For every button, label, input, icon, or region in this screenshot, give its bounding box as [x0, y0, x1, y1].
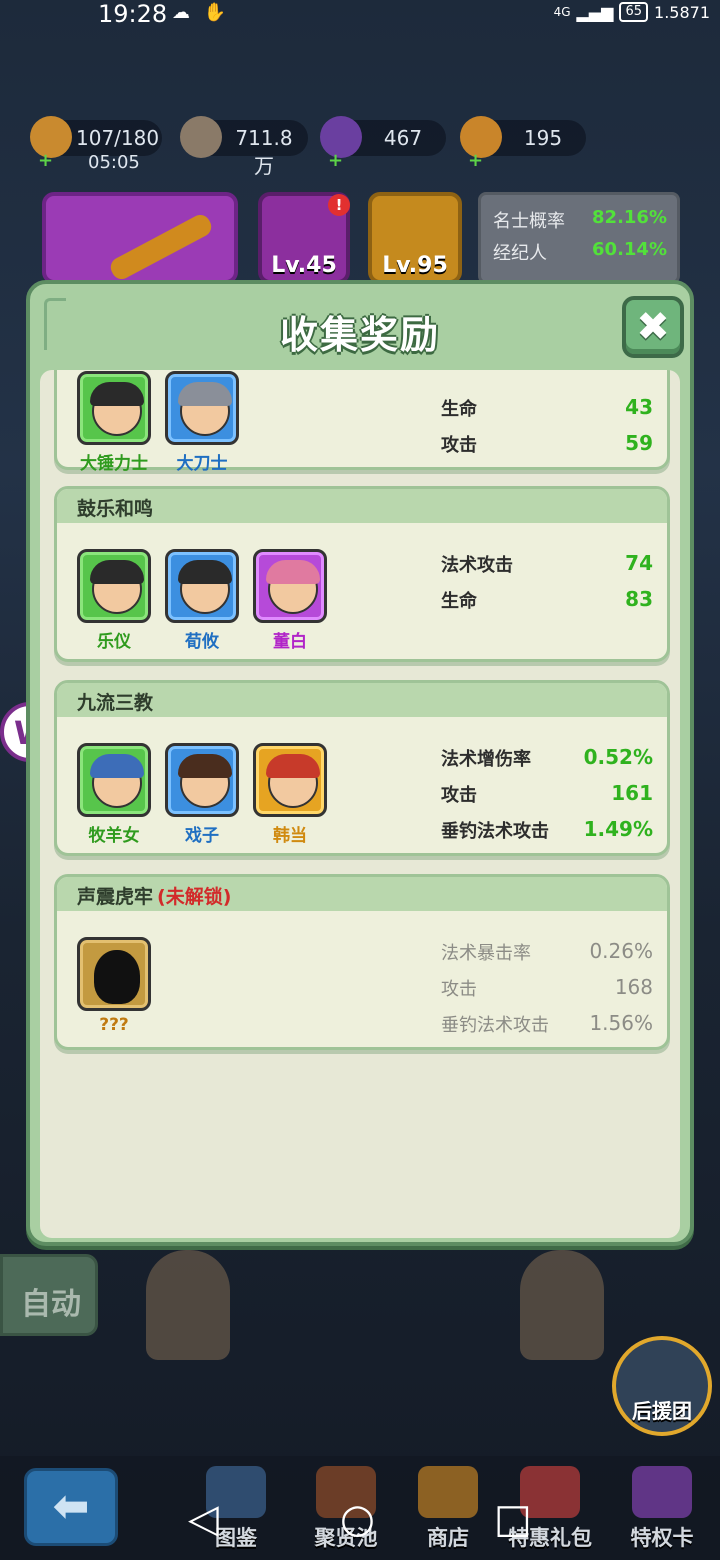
- coin-icon: [180, 116, 222, 158]
- plus-icon[interactable]: +: [328, 150, 343, 171]
- level-label: Lv.95: [382, 253, 448, 278]
- hero-name: 韩当: [273, 826, 307, 846]
- group-header: 鼓乐和鸣: [57, 489, 667, 523]
- group-header: 九流三教: [57, 683, 667, 717]
- battery-icon: 65: [619, 2, 649, 22]
- status-extra: 1.5871: [654, 2, 710, 22]
- system-recent-icon[interactable]: □: [494, 1496, 532, 1542]
- notification-icons: ☁ ✋: [172, 2, 231, 23]
- hero-silhouette: [77, 937, 151, 1011]
- stat-row: 法术增伤率 0.52%: [441, 745, 653, 770]
- collection-reward-modal: 收集奖励 ✖ 大锤力士 大刀士 生命 43 攻击 59 鼓乐和鸣 乐仪 荀攸 董…: [26, 280, 694, 1246]
- gems-resource[interactable]: 467 +: [320, 116, 446, 171]
- stat-row: 法术暴击率 0.26%: [441, 939, 653, 964]
- reward-group: 鼓乐和鸣 乐仪 荀攸 董白 法术攻击 74 生命 83: [54, 486, 670, 662]
- stat-row: 法术攻击 74: [441, 551, 653, 576]
- hero-card[interactable]: 戏子: [165, 743, 239, 846]
- alert-badge-icon: !: [328, 194, 350, 216]
- nav-item-privilege[interactable]: 特权卡: [612, 1466, 712, 1556]
- hero-name: 荀攸: [185, 632, 219, 652]
- info-row: 名士概率 82.16%: [493, 207, 667, 232]
- shop-icon: [418, 1466, 478, 1518]
- info-panel: 名士概率 82.16% 经纪人 60.14%: [478, 192, 680, 284]
- hero-portrait: [165, 549, 239, 623]
- weapon-card[interactable]: [42, 192, 238, 284]
- equip-card-2[interactable]: ! Lv.45: [258, 192, 350, 284]
- close-button[interactable]: ✖: [622, 296, 684, 358]
- hero-name: 戏子: [185, 826, 219, 846]
- drum-decoration: [520, 1250, 604, 1360]
- stamina-value: 107/180: [76, 126, 160, 150]
- hero-card[interactable]: 牧羊女: [77, 743, 151, 846]
- network-label: 4G: [553, 5, 571, 19]
- support-group-button[interactable]: 后援团: [612, 1336, 712, 1436]
- reward-group-locked: 声震虎牢 (未解锁) ??? 法术暴击率 0.26% 攻击 168 垂钓法术攻击 …: [54, 874, 670, 1050]
- hero-card[interactable]: 韩当: [253, 743, 327, 846]
- stamina-resource[interactable]: 107/180 +: [30, 116, 162, 171]
- tokens-value: 195: [523, 126, 563, 150]
- stat-row: 攻击 161: [441, 781, 653, 806]
- status-bar: 19:28 ☁ ✋ 4G ▂▄▆ 65 1.5871: [0, 0, 720, 30]
- hero-portrait: [253, 743, 327, 817]
- back-button[interactable]: ⬅: [24, 1468, 118, 1546]
- info-row: 经纪人 60.14%: [493, 239, 667, 264]
- drum-decoration: [146, 1250, 230, 1360]
- reward-group: 大锤力士 大刀士 生命 43 攻击 59: [54, 370, 670, 474]
- group-name: 鼓乐和鸣: [77, 498, 154, 520]
- gems-value: 467: [383, 126, 423, 150]
- level-label: Lv.45: [271, 253, 337, 278]
- hero-card[interactable]: 乐仪: [77, 549, 151, 652]
- close-icon: ✖: [636, 304, 670, 350]
- hero-name: 牧羊女: [88, 826, 140, 846]
- plus-icon[interactable]: +: [38, 150, 53, 171]
- hero-card[interactable]: 董白: [253, 549, 327, 652]
- group-name: 声震虎牢 (未解锁): [77, 886, 232, 908]
- group-header: 声震虎牢 (未解锁): [57, 877, 667, 911]
- coins-resource[interactable]: 711.8万: [180, 116, 308, 178]
- plus-icon[interactable]: +: [468, 150, 483, 171]
- arrow-left-icon: ⬅: [52, 1481, 90, 1532]
- hero-portrait: [77, 549, 151, 623]
- hero-name: 大锤力士: [80, 454, 148, 474]
- nav-item-shop[interactable]: 商店: [398, 1466, 498, 1556]
- silhouette-icon: [94, 950, 140, 1004]
- modal-title: 收集奖励: [279, 313, 440, 357]
- system-back-icon[interactable]: ◁: [188, 1496, 219, 1542]
- coins-value: 711.8万: [235, 126, 293, 178]
- stat-row: 攻击 168: [441, 975, 653, 1000]
- hero-card[interactable]: 大锤力士: [77, 371, 151, 474]
- hero-name: ???: [99, 1015, 129, 1035]
- stat-row: 攻击 59: [441, 431, 653, 456]
- system-home-icon[interactable]: ○: [340, 1496, 375, 1542]
- group-name: 九流三教: [77, 692, 154, 714]
- auto-button[interactable]: 自动: [0, 1254, 98, 1336]
- hero-portrait: [165, 743, 239, 817]
- status-time: 19:28: [98, 0, 168, 28]
- hero-portrait: [253, 549, 327, 623]
- status-right: 4G ▂▄▆ 65 1.5871: [554, 2, 710, 22]
- hero-name: 大刀士: [176, 454, 228, 474]
- modal-body[interactable]: 大锤力士 大刀士 生命 43 攻击 59 鼓乐和鸣 乐仪 荀攸 董白 法术攻击 …: [40, 370, 680, 1238]
- sword-icon: [107, 211, 215, 283]
- hero-portrait: [77, 743, 151, 817]
- locked-label: (未解锁): [157, 886, 232, 908]
- hero-name: 董白: [273, 632, 307, 652]
- equip-card-3[interactable]: Lv.95: [368, 192, 462, 284]
- stamina-timer: 05:05: [88, 152, 140, 173]
- stat-row: 生命 43: [441, 395, 653, 420]
- stat-row: 生命 83: [441, 587, 653, 612]
- hero-name: 乐仪: [97, 632, 131, 652]
- hero-card-locked[interactable]: ???: [77, 937, 151, 1035]
- hero-portrait: [165, 371, 239, 445]
- signal-icon: ▂▄▆: [576, 2, 614, 22]
- stat-row: 垂钓法术攻击 1.56%: [441, 1011, 653, 1036]
- hero-card[interactable]: 大刀士: [165, 371, 239, 474]
- reward-group: 九流三教 牧羊女 戏子 韩当 法术增伤率 0.52% 攻击 161 垂钓法术攻击…: [54, 680, 670, 856]
- card-icon: [632, 1466, 692, 1518]
- hero-card[interactable]: 荀攸: [165, 549, 239, 652]
- tokens-resource[interactable]: 195 +: [460, 116, 586, 171]
- hero-portrait: [77, 371, 151, 445]
- stat-row: 垂钓法术攻击 1.49%: [441, 817, 653, 842]
